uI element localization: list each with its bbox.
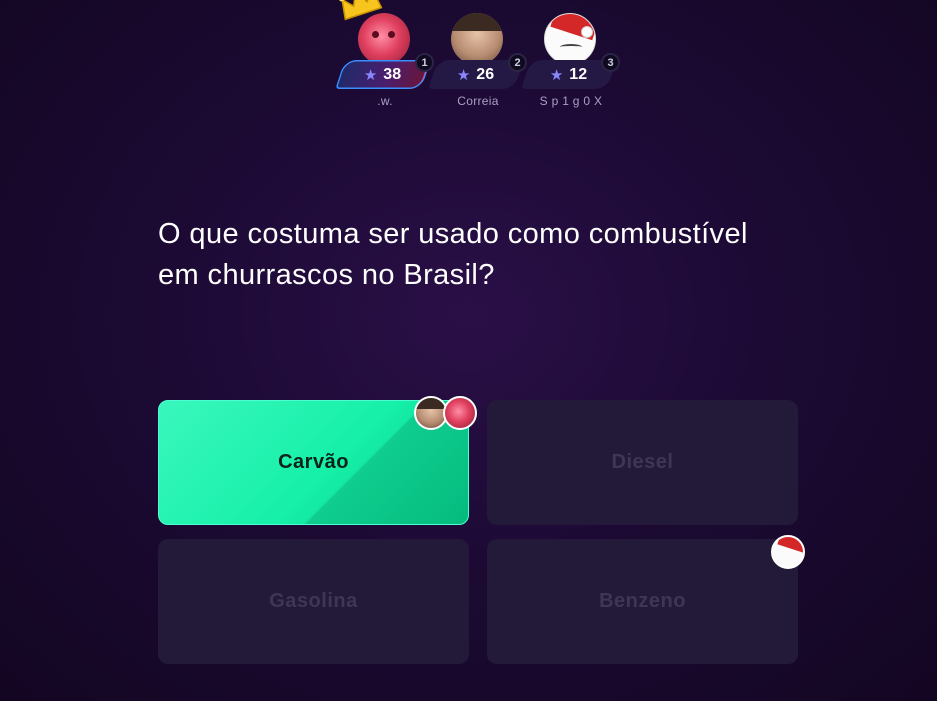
- rank-badge: 1: [415, 53, 434, 72]
- answer-label: Benzeno: [599, 590, 686, 612]
- player-avatar: [544, 13, 596, 65]
- answer-label: Diesel: [611, 451, 674, 473]
- rank-badge: 2: [508, 53, 527, 72]
- player-name: S p 1 g 0 X: [539, 94, 603, 108]
- player-card-1: ★ 38 1 .w.: [335, 0, 434, 112]
- star-icon: ★: [550, 66, 564, 84]
- player-score: 26: [476, 65, 495, 83]
- player-score: 38: [383, 65, 402, 83]
- player-avatar: [451, 13, 503, 65]
- rank-badge: 3: [601, 53, 620, 72]
- answer-option-3[interactable]: Gasolina: [158, 539, 469, 664]
- leaderboard: ★ 38 1 .w. ★ 26 2 Correia ★ 12 3 S p 1 g…: [0, 0, 937, 115]
- player-avatar: [358, 13, 410, 65]
- player-name: Correia: [457, 94, 499, 108]
- player-avatar-small: [443, 396, 477, 430]
- player-card-2: ★ 26 2 Correia: [428, 0, 527, 112]
- star-icon: ★: [457, 66, 471, 84]
- player-score: 12: [569, 65, 588, 83]
- player-name: .w.: [377, 94, 393, 108]
- star-icon: ★: [364, 66, 378, 84]
- answer-option-4[interactable]: Benzeno: [487, 539, 798, 664]
- answer-label: Carvão: [278, 451, 349, 473]
- answer-option-2[interactable]: Diesel: [487, 400, 798, 525]
- question-text: O que costuma ser usado como combustível…: [158, 218, 748, 291]
- player-card-3: ★ 12 3 S p 1 g 0 X: [521, 0, 620, 112]
- answer-label: Gasolina: [269, 590, 358, 612]
- player-avatar-small: [771, 535, 805, 569]
